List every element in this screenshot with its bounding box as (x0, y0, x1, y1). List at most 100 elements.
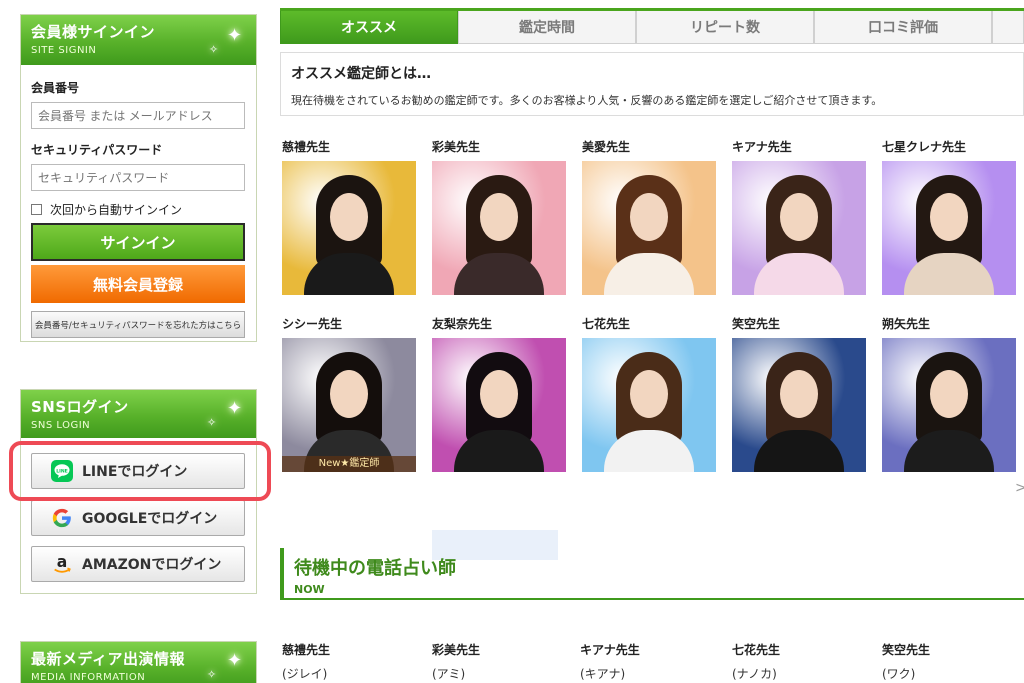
advisor-photo[interactable] (882, 338, 1016, 472)
recommended-intro: オススメ鑑定師とは… 現在待機をされているお勧めの鑑定師です。多くのお客様より人… (280, 52, 1024, 116)
waiting-advisor-kana: (アミ) (432, 667, 466, 681)
waiting-advisor-kana: (ワク) (882, 667, 916, 681)
advisor-name[interactable]: 七花先生 (582, 315, 718, 331)
password-label: セキュリティパスワード (31, 143, 163, 157)
advisor-name[interactable]: キアナ先生 (732, 138, 868, 154)
sparkle-icon: ✧ (207, 668, 217, 681)
waiting-advisor-kana: (ジレイ) (282, 667, 328, 681)
advisor-face (330, 193, 368, 241)
waiting-advisor-name[interactable]: 慈禮先生 (282, 641, 422, 658)
amazon-login-button[interactable]: a AMAZONでログイン (31, 546, 245, 582)
auto-signin-checkbox-row[interactable]: 次回から自動サインイン (31, 201, 246, 218)
next-arrow-icon[interactable]: > (1015, 480, 1024, 496)
sns-title: SNSログイン (31, 398, 129, 416)
tab-reviews[interactable]: 口コミ評価 (814, 11, 992, 44)
advisor-card[interactable]: 朔矢先生 (882, 315, 1018, 472)
advisor-face (630, 193, 668, 241)
advisor-face (930, 193, 968, 241)
waiting-advisor-name[interactable]: 彩美先生 (432, 641, 572, 658)
waiting-advisor[interactable]: 慈禮先生 (ジレイ) (282, 641, 422, 683)
waiting-advisor[interactable]: 彩美先生 (アミ) (432, 641, 572, 683)
forgot-password-button[interactable]: 会員番号/セキュリティパスワードを忘れた方はこちら (31, 311, 245, 338)
advisor-photo[interactable] (282, 161, 416, 295)
member-number-input[interactable] (31, 102, 245, 129)
new-advisor-badge: New★鑑定師 (282, 456, 416, 472)
advisor-card[interactable]: 七花先生 (582, 315, 718, 472)
advisor-photo[interactable] (432, 161, 566, 295)
advisor-face (630, 370, 668, 418)
advisor-card[interactable]: 美愛先生 (582, 138, 718, 295)
advisor-photo[interactable] (582, 161, 716, 295)
sparkle-icon: ✦ (227, 650, 243, 671)
google-login-label: GOOGLEでログイン (82, 511, 218, 527)
waiting-advisor[interactable]: キアナ先生 (キアナ) (580, 641, 720, 683)
member-number-label: 会員番号 (31, 81, 80, 95)
advisor-name[interactable]: 笑空先生 (732, 315, 868, 331)
auto-signin-checkbox[interactable] (31, 204, 42, 215)
sparkle-icon: ✧ (207, 416, 217, 429)
tab-more[interactable] (992, 11, 1024, 44)
advisor-photo[interactable] (432, 338, 566, 472)
advisor-photo[interactable] (732, 338, 866, 472)
advisor-face (780, 370, 818, 418)
media-title: 最新メディア出演情報 (31, 650, 185, 668)
advisor-photo[interactable] (882, 161, 1016, 295)
waiting-advisor-kana: (キアナ) (580, 667, 626, 681)
advisor-card[interactable]: 笑空先生 (732, 315, 868, 472)
amazon-login-label: AMAZONでログイン (82, 557, 222, 573)
waiting-advisor-kana: (ナノカ) (732, 667, 777, 681)
advisor-name[interactable]: 彩美先生 (432, 138, 568, 154)
register-button[interactable]: 無料会員登録 (31, 265, 245, 303)
advisor-face (330, 370, 368, 418)
password-input[interactable] (31, 164, 245, 191)
now-section-header: 待機中の電話占い師 NOW (280, 548, 1024, 600)
advisor-name[interactable]: 朔矢先生 (882, 315, 1018, 331)
advisor-card[interactable]: 七星クレナ先生 (882, 138, 1018, 295)
advisor-name[interactable]: 七星クレナ先生 (882, 138, 1018, 154)
sparkle-icon: ✦ (227, 25, 243, 46)
advisor-face (780, 193, 818, 241)
sparkle-icon: ✧ (209, 43, 219, 56)
svg-text:a: a (57, 553, 68, 571)
ranking-tabs: オススメ 鑑定時間 リピート数 口コミ評価 (280, 8, 1024, 44)
tab-repeat-count[interactable]: リピート数 (636, 11, 814, 44)
advisor-face (480, 193, 518, 241)
now-title: 待機中の電話占い師 (294, 558, 456, 579)
advisor-card[interactable]: キアナ先生 (732, 138, 868, 295)
advisor-name[interactable]: 美愛先生 (582, 138, 718, 154)
waiting-advisor-name[interactable]: 笑空先生 (882, 641, 1022, 658)
signin-panel: 会員様サインイン SITE SIGNIN ✦ ✧ 会員番号 セキュリティパスワー… (20, 14, 257, 342)
tab-consult-time[interactable]: 鑑定時間 (458, 11, 636, 44)
advisor-name[interactable]: 友梨奈先生 (432, 315, 568, 331)
signin-button[interactable]: サインイン (31, 223, 245, 261)
waiting-advisor-name[interactable]: キアナ先生 (580, 641, 720, 658)
google-login-button[interactable]: GOOGLEでログイン (31, 500, 245, 536)
signin-header: 会員様サインイン SITE SIGNIN ✦ ✧ (21, 15, 256, 65)
advisor-face (480, 370, 518, 418)
media-header: 最新メディア出演情報 MEDIA INFORMATION ✦ ✧ (21, 642, 256, 683)
google-icon (50, 506, 74, 530)
advisor-card[interactable]: 彩美先生 (432, 138, 568, 295)
sparkle-icon: ✦ (227, 398, 243, 419)
advisor-card[interactable]: 友梨奈先生 (432, 315, 568, 472)
advisor-card[interactable]: 慈禮先生 (282, 138, 418, 295)
advisor-card[interactable]: シシー先生 New★鑑定師 (282, 315, 418, 472)
advisor-photo[interactable]: New★鑑定師 (282, 338, 416, 472)
advisor-face (930, 370, 968, 418)
amazon-icon: a (50, 552, 74, 576)
advisor-photo[interactable] (582, 338, 716, 472)
waiting-advisor[interactable]: 七花先生 (ナノカ) (732, 641, 872, 683)
media-panel: 最新メディア出演情報 MEDIA INFORMATION ✦ ✧ (20, 641, 257, 683)
signin-title: 会員様サインイン (31, 23, 156, 41)
line-login-highlight (9, 441, 271, 501)
auto-signin-label: 次回から自動サインイン (50, 203, 183, 217)
intro-text: 現在待機をされているお勧めの鑑定師です。多くのお客様より人気・反響のある鑑定師を… (291, 94, 883, 107)
tab-recommended[interactable]: オススメ (280, 11, 458, 44)
now-subtitle: NOW (294, 583, 325, 596)
waiting-advisor[interactable]: 笑空先生 (ワク) (882, 641, 1022, 683)
waiting-advisor-name[interactable]: 七花先生 (732, 641, 872, 658)
advisor-name[interactable]: 慈禮先生 (282, 138, 418, 154)
sns-header: SNSログイン SNS LOGIN ✦ ✧ (21, 390, 256, 438)
advisor-name[interactable]: シシー先生 (282, 315, 418, 331)
advisor-photo[interactable] (732, 161, 866, 295)
